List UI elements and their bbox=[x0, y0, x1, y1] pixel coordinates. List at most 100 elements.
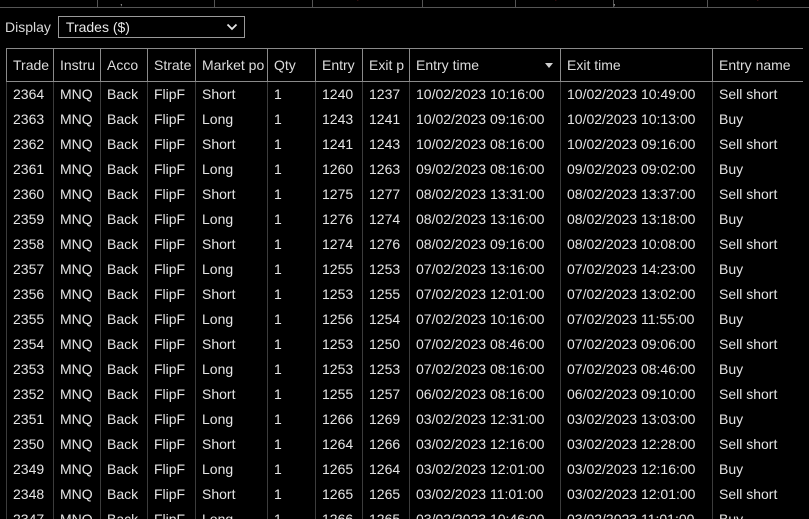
table-row[interactable]: 2348 MNQ Back FlipF Short 1 1265 1265 03/02/2023… bbox=[6, 481, 804, 507]
cell-entry-time: 07/02/2023 12:01:00 bbox=[409, 281, 561, 307]
cell-entry-name: Buy bbox=[712, 406, 804, 432]
column-header-account[interactable]: Acco bbox=[100, 48, 148, 82]
table-row[interactable]: 2364 MNQ Back FlipF Short 1 1240 1237 10/02/2023… bbox=[6, 81, 804, 107]
cell-entry-time: 06/02/2023 08:16:00 bbox=[409, 381, 561, 407]
cell-entry-price: 1265 bbox=[315, 456, 363, 482]
cell-instrument: MNQ bbox=[53, 406, 101, 432]
cell-trade-number: 2349 bbox=[6, 456, 54, 482]
cell-instrument: MNQ bbox=[53, 106, 101, 132]
cell-entry-name: Buy bbox=[712, 156, 804, 182]
column-header-entry-time[interactable]: Entry time bbox=[409, 48, 561, 82]
cell-market-position: Short bbox=[195, 81, 268, 107]
column-header-exit-time[interactable]: Exit time bbox=[560, 48, 713, 82]
cell-trade-number: 2357 bbox=[6, 256, 54, 282]
table-row[interactable]: 2350 MNQ Back FlipF Short 1 1264 1266 03/02/2023… bbox=[6, 431, 804, 457]
trades-table: Trade Instru Acco Strate Market po Qty Entry Ex… bbox=[6, 48, 804, 519]
cell-market-position: Short bbox=[195, 331, 268, 357]
table-row[interactable]: 2355 MNQ Back FlipF Long 1 1256 1254 07/02/2023 … bbox=[6, 306, 804, 332]
column-header-label: Market po bbox=[202, 57, 265, 73]
cell-entry-time: 08/02/2023 09:16:00 bbox=[409, 231, 561, 257]
cell-strategy: FlipF bbox=[147, 206, 196, 232]
cell-exit-time: 07/02/2023 09:06:00 bbox=[560, 331, 713, 357]
cell-entry-price: 1253 bbox=[315, 281, 363, 307]
cell-entry-name: Sell short bbox=[712, 181, 804, 207]
summary-cell: , bbox=[613, 0, 708, 7]
cell-trade-number: 2358 bbox=[6, 231, 54, 257]
cell-exit-price: 1255 bbox=[362, 281, 410, 307]
cell-strategy: FlipF bbox=[147, 231, 196, 257]
table-row[interactable]: 2351 MNQ Back FlipF Long 1 1266 1269 03/02/2023 … bbox=[6, 406, 804, 432]
column-header-instrument[interactable]: Instru bbox=[53, 48, 101, 82]
table-row[interactable]: 2363 MNQ Back FlipF Long 1 1243 1241 10/02/2023 … bbox=[6, 106, 804, 132]
cell-exit-time: 03/02/2023 12:16:00 bbox=[560, 456, 713, 482]
cell-market-position: Short bbox=[195, 131, 268, 157]
cell-entry-price: 1274 bbox=[315, 231, 363, 257]
summary-cell: , bbox=[97, 0, 215, 7]
cell-account: Back bbox=[100, 481, 148, 507]
table-row[interactable]: 2362 MNQ Back FlipF Short 1 1241 1243 10/02/2023… bbox=[6, 131, 804, 157]
cell-exit-price: 1241 bbox=[362, 106, 410, 132]
table-row[interactable]: 2359 MNQ Back FlipF Long 1 1276 1274 08/02/2023 … bbox=[6, 206, 804, 232]
column-header-market-position[interactable]: Market po bbox=[195, 48, 268, 82]
cell-exit-price: 1253 bbox=[362, 256, 410, 282]
cell-exit-time: 10/02/2023 10:13:00 bbox=[560, 106, 713, 132]
column-header-label: Qty bbox=[274, 57, 296, 73]
cell-exit-price: 1254 bbox=[362, 306, 410, 332]
cell-exit-price: 1277 bbox=[362, 181, 410, 207]
table-row[interactable]: 2356 MNQ Back FlipF Short 1 1253 1255 07/02/2023… bbox=[6, 281, 804, 307]
cell-quantity: 1 bbox=[267, 256, 316, 282]
table-row[interactable]: 2347 MNQ Back FlipF Long 1 1266 1265 03/02/2023 … bbox=[6, 506, 804, 519]
column-header-label: Entry name bbox=[719, 57, 791, 73]
cell-entry-price: 1240 bbox=[315, 81, 363, 107]
table-row[interactable]: 2353 MNQ Back FlipF Long 1 1253 1253 07/02/2023 … bbox=[6, 356, 804, 382]
cell-entry-time: 07/02/2023 08:46:00 bbox=[409, 331, 561, 357]
cell-exit-price: 1237 bbox=[362, 81, 410, 107]
column-header-entry-name[interactable]: Entry name bbox=[712, 48, 804, 82]
table-row[interactable]: 2352 MNQ Back FlipF Short 1 1255 1257 06/02/2023… bbox=[6, 381, 804, 407]
summary-cell: ' bbox=[515, 0, 614, 7]
cell-quantity: 1 bbox=[267, 181, 316, 207]
cell-entry-name: Buy bbox=[712, 456, 804, 482]
cell-instrument: MNQ bbox=[53, 206, 101, 232]
table-row[interactable]: 2360 MNQ Back FlipF Short 1 1275 1277 08/02/2023… bbox=[6, 181, 804, 207]
header-row: Trade Instru Acco Strate Market po Qty Entry Ex… bbox=[6, 48, 804, 82]
cell-trade-number: 2347 bbox=[6, 506, 54, 519]
cell-exit-price: 1276 bbox=[362, 231, 410, 257]
cell-strategy: FlipF bbox=[147, 431, 196, 457]
table-row[interactable]: 2361 MNQ Back FlipF Long 1 1260 1263 09/02/2023 … bbox=[6, 156, 804, 182]
display-selector-row: Display Trades ($) bbox=[5, 15, 245, 39]
display-dropdown[interactable]: Trades ($) bbox=[57, 16, 245, 38]
cell-account: Back bbox=[100, 356, 148, 382]
cell-instrument: MNQ bbox=[53, 381, 101, 407]
cell-exit-time: 03/02/2023 13:03:00 bbox=[560, 406, 713, 432]
cell-market-position: Long bbox=[195, 406, 268, 432]
cell-account: Back bbox=[100, 106, 148, 132]
table-row[interactable]: 2358 MNQ Back FlipF Short 1 1274 1276 08/02/2023… bbox=[6, 231, 804, 257]
cell-trade-number: 2364 bbox=[6, 81, 54, 107]
cell-entry-time: 07/02/2023 13:16:00 bbox=[409, 256, 561, 282]
cell-market-position: Long bbox=[195, 156, 268, 182]
cell-strategy: FlipF bbox=[147, 306, 196, 332]
cell-entry-name: Sell short bbox=[712, 231, 804, 257]
cell-quantity: 1 bbox=[267, 106, 316, 132]
cell-entry-name: Sell short bbox=[712, 431, 804, 457]
column-header-entry-price[interactable]: Entry bbox=[315, 48, 363, 82]
cell-quantity: 1 bbox=[267, 331, 316, 357]
cell-strategy: FlipF bbox=[147, 256, 196, 282]
column-header-strategy[interactable]: Strate bbox=[147, 48, 196, 82]
trade-performance-window: , ' ' , ' Display Trades ($) Trade Instr… bbox=[0, 0, 809, 519]
column-header-trade[interactable]: Trade bbox=[6, 48, 54, 82]
column-header-qty[interactable]: Qty bbox=[267, 48, 316, 82]
cell-market-position: Long bbox=[195, 356, 268, 382]
table-row[interactable]: 2357 MNQ Back FlipF Long 1 1255 1253 07/02/2023 … bbox=[6, 256, 804, 282]
table-row[interactable]: 2349 MNQ Back FlipF Long 1 1265 1264 03/02/2023 … bbox=[6, 456, 804, 482]
cell-market-position: Long bbox=[195, 306, 268, 332]
cell-account: Back bbox=[100, 281, 148, 307]
column-header-exit-price[interactable]: Exit p bbox=[362, 48, 410, 82]
cell-quantity: 1 bbox=[267, 456, 316, 482]
cell-account: Back bbox=[100, 456, 148, 482]
cell-instrument: MNQ bbox=[53, 131, 101, 157]
table-row[interactable]: 2354 MNQ Back FlipF Short 1 1253 1250 07/02/2023… bbox=[6, 331, 804, 357]
cell-strategy: FlipF bbox=[147, 406, 196, 432]
summary-cell bbox=[0, 0, 98, 7]
